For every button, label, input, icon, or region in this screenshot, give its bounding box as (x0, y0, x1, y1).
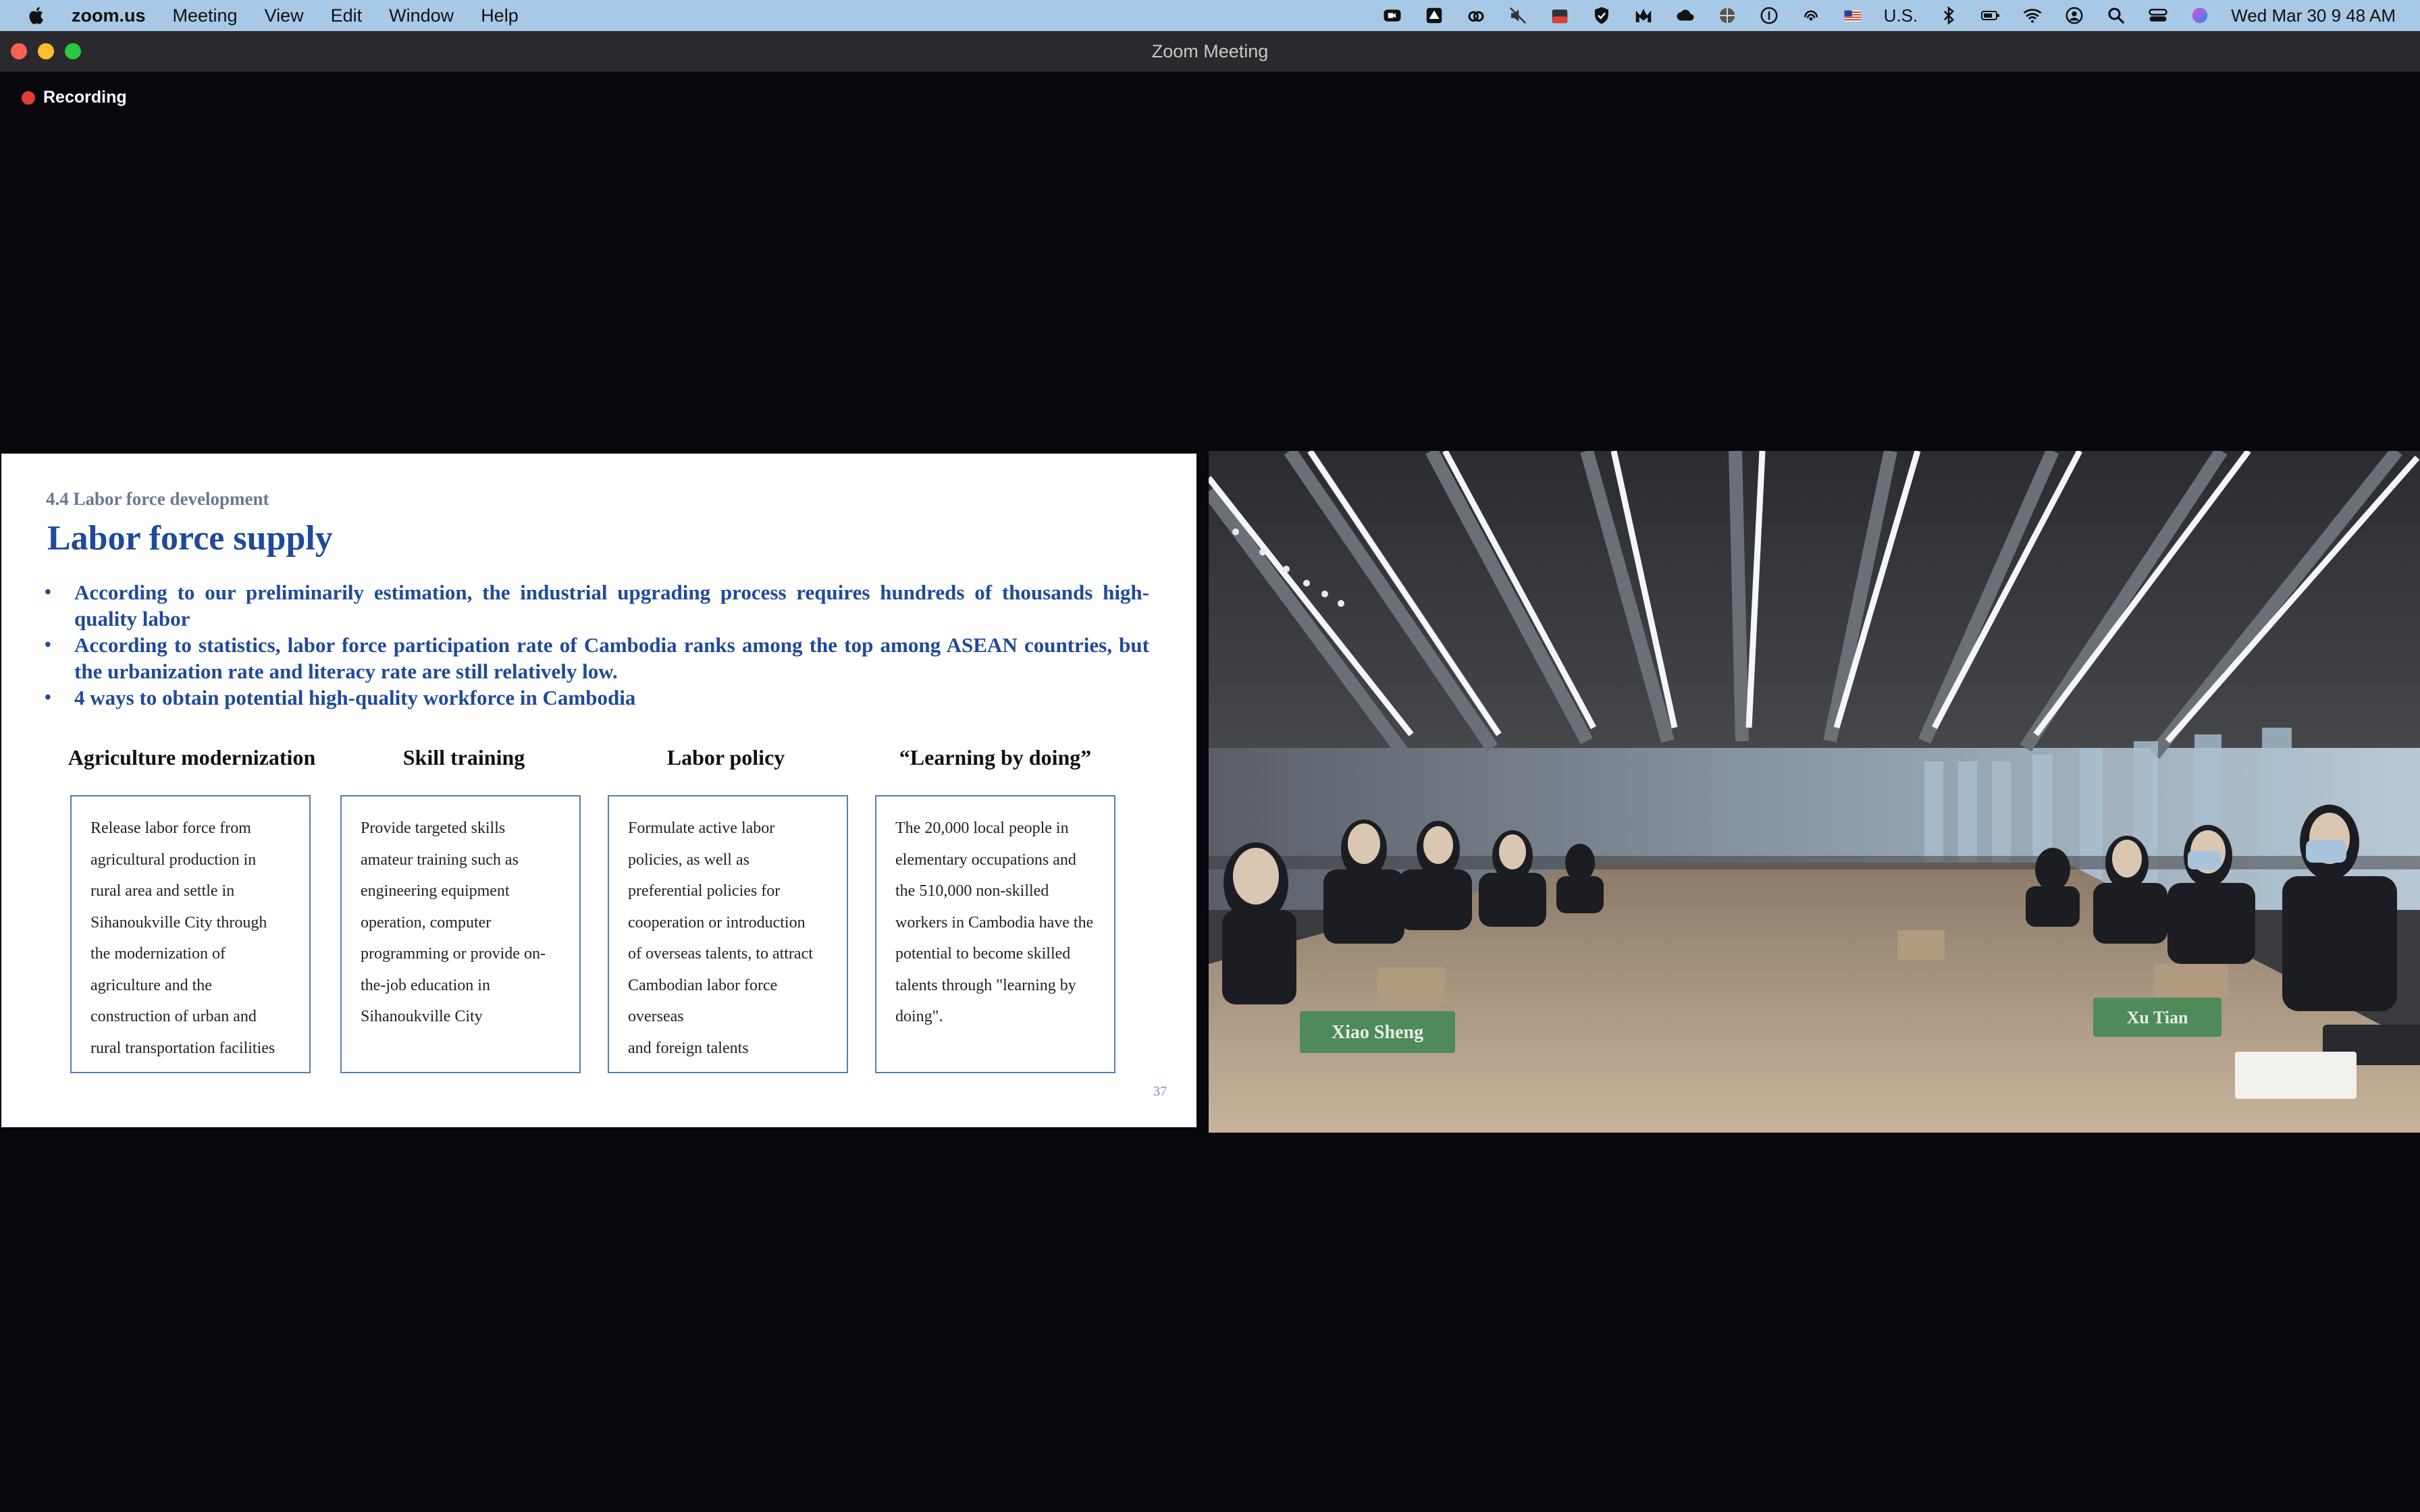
conference-room-image: Xiao Sheng Xu Tian (1209, 451, 2420, 1133)
box-line: cooperation or introduction (628, 913, 806, 932)
column-box-agriculture: Release labor force from agricultural pr… (70, 795, 311, 1073)
box-line: elementary occupations and (895, 850, 1076, 869)
battery-icon[interactable] (1980, 5, 2001, 26)
drive-icon[interactable] (1423, 5, 1445, 26)
menu-view[interactable]: View (265, 5, 304, 26)
malwarebytes-icon[interactable] (1633, 5, 1654, 26)
box-line: the modernization of (90, 945, 226, 963)
window-title-bar: Zoom Meeting (0, 31, 2420, 72)
box-line: Sihanoukville City through (90, 913, 267, 932)
menu-bar: zoom.us Meeting View Edit Window Help U.… (0, 0, 2420, 31)
window-title: Zoom Meeting (1151, 41, 1269, 61)
menu-edit[interactable]: Edit (331, 5, 363, 26)
box-line: the 510,000 non-skilled (895, 882, 1049, 900)
slide-bullet-list: According to our preliminarily estimatio… (45, 579, 1149, 711)
slide-bullet: According to our preliminarily estimatio… (45, 579, 1149, 632)
globe-icon[interactable] (1716, 5, 1738, 26)
menu-meeting[interactable]: Meeting (173, 5, 238, 26)
box-line: Cambodian labor force (628, 976, 778, 994)
menu-window[interactable]: Window (389, 5, 454, 26)
column-heading-skill-training: Skill training (402, 745, 525, 770)
box-line: of overseas talents, to attract (628, 945, 813, 963)
box-line: and foreign talents (628, 1039, 749, 1057)
slide-bullet: 4 ways to obtain potential high-quality … (45, 684, 1149, 711)
column-box-skill-training: Provide targeted skills amateur training… (340, 795, 581, 1073)
status-tray: U.S. Wed Mar 30 9 48 AM (1382, 0, 2396, 31)
box-line: Sihanoukville City (361, 1008, 483, 1025)
box-line: programming or provide on- (361, 945, 546, 963)
bluetooth-icon[interactable] (1938, 5, 1959, 26)
box-line: Provide targeted skills (361, 819, 506, 837)
flag-icon[interactable] (1842, 5, 1864, 26)
creative-cloud-icon[interactable] (1465, 5, 1487, 26)
menu-clock[interactable]: Wed Mar 30 9 48 AM (2231, 5, 2396, 26)
name-card-label: Xu Tian (2127, 1008, 2188, 1027)
participant-video[interactable]: Xiao Sheng Xu Tian (1209, 451, 2420, 1133)
recording-indicator[interactable]: Recording (22, 88, 127, 107)
column-heading-labor-policy: Labor policy (666, 745, 785, 770)
slide-page-number: 37 (1153, 1084, 1167, 1099)
shared-screen-slide: 4.4 Labor force development Labor force … (1, 454, 1196, 1127)
box-line: overseas (628, 1008, 684, 1025)
user-icon[interactable] (2063, 5, 2085, 26)
box-line: preferential policies for (628, 882, 781, 900)
wifi-icon[interactable] (2022, 5, 2043, 26)
accessibility-icon[interactable] (1758, 5, 1780, 26)
box-line: rural area and settle in (90, 882, 235, 900)
column-heading-agriculture: Agriculture modernization (68, 745, 316, 770)
slide-section-label: 4.4 Labor force development (46, 489, 269, 509)
menu-help[interactable]: Help (481, 5, 519, 26)
menu-app-name[interactable]: zoom.us (72, 5, 146, 26)
box-line: rural transportation facilities (90, 1039, 275, 1057)
mute-icon[interactable] (1507, 5, 1529, 26)
box-line: potential to become skilled (895, 945, 1071, 963)
box-line: Formulate active labor (628, 819, 775, 837)
name-card-label: Xiao Sheng (1332, 1022, 1423, 1043)
box-line: agricultural production in (90, 850, 257, 869)
box-line: agriculture and the (90, 976, 212, 994)
column-heading-learning-by-doing: “Learning by doing” (899, 745, 1092, 770)
box-line: engineering equipment (361, 882, 510, 900)
slide-title: Labor force supply (47, 519, 333, 558)
siri-icon[interactable] (2189, 5, 2211, 26)
calendar-badge-icon[interactable] (1549, 5, 1571, 26)
column-box-learning-by-doing: The 20,000 local people in elementary oc… (875, 795, 1115, 1073)
zoom-video-icon[interactable] (1382, 5, 1403, 26)
slide-bullet: According to statistics, labor force par… (45, 632, 1149, 684)
box-line: Release labor force from (90, 819, 251, 837)
recording-label: Recording (43, 88, 127, 107)
input-source-label[interactable]: U.S. (1884, 5, 1918, 26)
box-line: doing". (895, 1008, 943, 1025)
box-line: the-job education in (361, 976, 490, 994)
recording-dot-icon (22, 90, 35, 105)
box-line: construction of urban and (90, 1008, 257, 1025)
box-line: workers in Cambodia have the (895, 913, 1094, 932)
column-box-labor-policy: Formulate active labor policies, as well… (608, 795, 848, 1073)
cloud-icon[interactable] (1675, 5, 1696, 26)
box-line: policies, as well as (628, 850, 749, 869)
box-line: operation, computer (361, 913, 492, 932)
shield-check-icon[interactable] (1591, 5, 1612, 26)
box-line: The 20,000 local people in (895, 819, 1069, 837)
box-line: talents through "learning by (895, 976, 1076, 994)
box-line: amateur training such as (361, 850, 519, 869)
airdrop-icon[interactable] (1800, 5, 1822, 26)
apple-logo-icon[interactable] (26, 4, 49, 27)
search-icon[interactable] (2105, 5, 2127, 26)
control-center-icon[interactable] (2147, 5, 2169, 26)
